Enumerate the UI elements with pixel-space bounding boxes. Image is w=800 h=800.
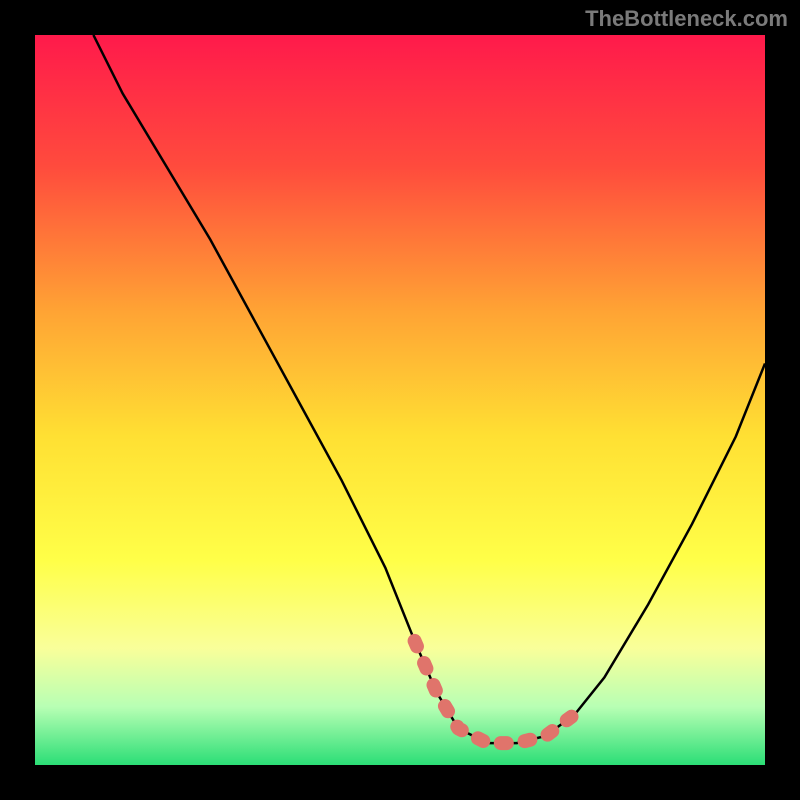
gradient-background — [35, 35, 765, 765]
chart-svg — [35, 35, 765, 765]
chart-area — [35, 35, 765, 765]
watermark-text: TheBottleneck.com — [585, 6, 788, 32]
